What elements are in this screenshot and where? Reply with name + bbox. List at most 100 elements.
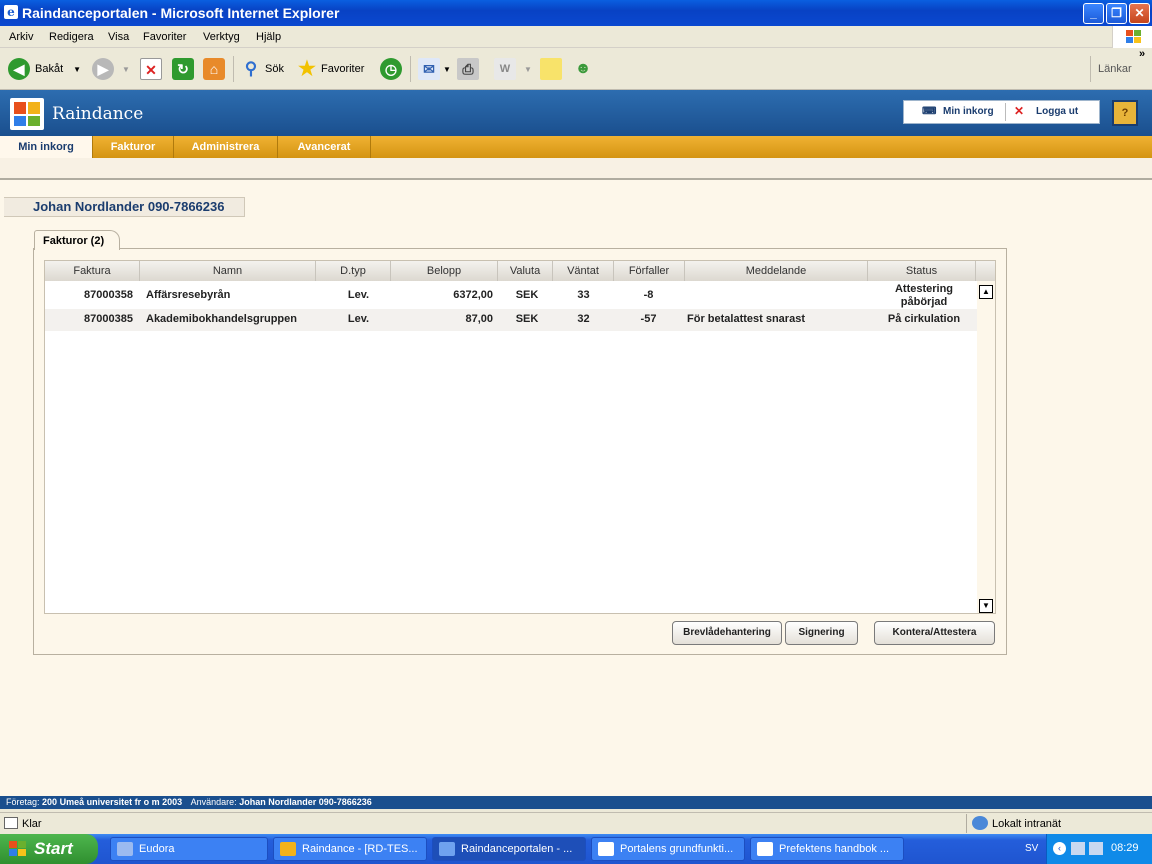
cell-forfaller: -8	[643, 289, 654, 301]
cell-status: På cirkulation	[887, 313, 961, 325]
chevron-right-icon[interactable]: »	[1139, 48, 1145, 60]
account-approve-button[interactable]: Kontera/Attestera	[874, 621, 995, 645]
tab-min-inkorg[interactable]: Min inkorg	[0, 136, 93, 158]
menu-bar: Arkiv Redigera Visa Favoriter Verktyg Hj…	[0, 26, 1152, 48]
column-header-vantat[interactable]: Väntat	[553, 261, 614, 281]
logout-button[interactable]: Logga ut	[1036, 106, 1078, 117]
chevron-left-icon[interactable]: ‹	[1053, 842, 1066, 855]
clock[interactable]: 08:29	[1111, 842, 1139, 854]
menu-arkiv[interactable]: Arkiv	[9, 31, 33, 43]
status-divider	[966, 814, 967, 833]
window-title-bar: e Raindanceportalen - Microsoft Internet…	[0, 0, 1152, 26]
scroll-up-icon[interactable]: ▲	[979, 285, 993, 299]
column-header-belopp[interactable]: Belopp	[391, 261, 498, 281]
table-row[interactable]: 87000385 Akademibokhandelsgruppen Lev. 8…	[45, 309, 979, 331]
links-label[interactable]: Länkar	[1098, 63, 1132, 75]
network-icon[interactable]	[1071, 842, 1085, 855]
taskbar-item-raindance[interactable]: Raindance - [RD-TES...	[273, 837, 427, 861]
tab-avancerat[interactable]: Avancerat	[278, 136, 371, 158]
back-label: Bakåt	[35, 63, 64, 75]
cell-forfaller: -57	[640, 313, 657, 325]
main-tabs: Min inkorg Fakturor Administrera Avancer…	[0, 136, 1152, 158]
cell-meddelande: För betalattest snarast	[687, 313, 805, 325]
back-arrow-icon: ◀	[8, 58, 30, 80]
company-value: 200 Umeå universitet fr o m 2003	[42, 797, 183, 807]
windows-logo-icon	[1112, 26, 1152, 48]
start-label: Start	[34, 839, 73, 858]
cell-namn: Affärsresebyrån	[146, 289, 231, 301]
column-header-valuta[interactable]: Valuta	[498, 261, 553, 281]
sub-bar	[0, 158, 1152, 180]
mailbox-management-button[interactable]: Brevlådehantering	[672, 621, 782, 645]
tab-administrera[interactable]: Administrera	[174, 136, 278, 158]
cell-status: Attestering påbörjad	[894, 283, 954, 308]
windows-flag-icon	[9, 841, 27, 857]
window-title: Raindanceportalen - Microsoft Internet E…	[22, 5, 340, 21]
column-header-forfaller[interactable]: Förfaller	[614, 261, 685, 281]
tab-fakturor[interactable]: Fakturor	[93, 136, 174, 158]
edit-button[interactable]: W ▼	[494, 56, 532, 82]
word-document-icon	[598, 842, 614, 856]
menu-hjalp[interactable]: Hjälp	[256, 31, 281, 43]
taskbar-item-prefektens[interactable]: Prefektens handbok ...	[750, 837, 904, 861]
close-window-button[interactable]: ✕	[1129, 3, 1150, 24]
print-button[interactable]: ⎙	[457, 56, 479, 82]
cell-faktura: 87000385	[84, 313, 133, 325]
word-document-icon	[757, 842, 773, 856]
menu-visa[interactable]: Visa	[108, 31, 129, 43]
maximize-button[interactable]: ❐	[1106, 3, 1127, 24]
stop-button[interactable]: ✕	[140, 56, 162, 82]
refresh-button[interactable]: ↻	[172, 56, 194, 82]
messenger-button[interactable]: ☻	[572, 56, 594, 82]
home-button[interactable]: ⌂	[203, 56, 225, 82]
taskbar-item-portalens[interactable]: Portalens grundfunkti...	[591, 837, 745, 861]
cell-belopp: 6372,00	[453, 289, 493, 301]
mail-button[interactable]: ✉ ▼	[418, 56, 451, 82]
column-header-faktura[interactable]: Faktura	[45, 261, 140, 281]
refresh-icon: ↻	[172, 58, 194, 80]
minimize-button[interactable]: _	[1083, 3, 1104, 24]
help-button[interactable]: ?	[1112, 100, 1138, 126]
display-icon[interactable]	[1089, 842, 1103, 855]
cell-dtyp: Lev.	[347, 289, 370, 301]
chevron-down-icon[interactable]: ▼	[443, 65, 451, 74]
scroll-down-icon[interactable]: ▼	[979, 599, 993, 613]
column-header-status[interactable]: Status	[868, 261, 976, 281]
forward-arrow-icon: ▶	[92, 58, 114, 80]
chevron-down-icon[interactable]: ▼	[524, 65, 532, 74]
column-header-dtyp[interactable]: D.typ	[316, 261, 391, 281]
search-button[interactable]: ⚲ Sök	[240, 56, 284, 82]
signing-button[interactable]: Signering	[785, 621, 858, 645]
table-scrollbar[interactable]: ▲ ▼	[977, 281, 995, 613]
cell-belopp: 87,00	[465, 313, 493, 325]
table-row[interactable]: 87000358 Affärsresebyrån Lev. 6372,00 SE…	[45, 283, 979, 309]
discuss-button[interactable]	[540, 56, 562, 82]
column-header-namn[interactable]: Namn	[140, 261, 316, 281]
language-indicator[interactable]: SV	[1025, 843, 1038, 854]
chevron-down-icon[interactable]: ▼	[122, 65, 130, 74]
taskbar-item-label: Prefektens handbok ...	[779, 843, 890, 855]
app-name: Raindance	[52, 104, 144, 124]
ie-icon: e	[4, 5, 18, 19]
taskbar: Start Eudora Raindance - [RD-TES... Rain…	[0, 834, 1152, 864]
column-header-meddelande[interactable]: Meddelande	[685, 261, 868, 281]
browser-toolbar: ◀ Bakåt ▼ ▶ ▼ ✕ ↻ ⌂ ⚲ Sök ★ Favoriter ◷ …	[0, 48, 1152, 90]
tab-fakturor-panel[interactable]: Fakturor (2)	[34, 230, 120, 250]
menu-favoriter[interactable]: Favoriter	[143, 31, 186, 43]
favorites-button[interactable]: ★ Favoriter	[296, 56, 364, 82]
start-button[interactable]: Start	[0, 834, 98, 864]
menu-verktyg[interactable]: Verktyg	[203, 31, 240, 43]
eudora-icon	[117, 842, 133, 856]
status-text: Klar	[22, 818, 42, 830]
taskbar-item-eudora[interactable]: Eudora	[110, 837, 268, 861]
toolbar-separator	[233, 56, 234, 82]
back-button[interactable]: ◀ Bakåt ▼	[8, 56, 81, 82]
menu-redigera[interactable]: Redigera	[49, 31, 94, 43]
cell-vantat: 32	[577, 313, 590, 325]
history-button[interactable]: ◷	[380, 56, 402, 82]
taskbar-item-raindanceportalen[interactable]: Raindanceportalen - ...	[432, 837, 586, 861]
chevron-down-icon[interactable]: ▼	[73, 65, 81, 74]
raindance-logo-icon	[10, 98, 44, 130]
forward-button[interactable]: ▶ ▼	[92, 56, 130, 82]
my-inbox-button[interactable]: Min inkorg	[943, 106, 994, 117]
